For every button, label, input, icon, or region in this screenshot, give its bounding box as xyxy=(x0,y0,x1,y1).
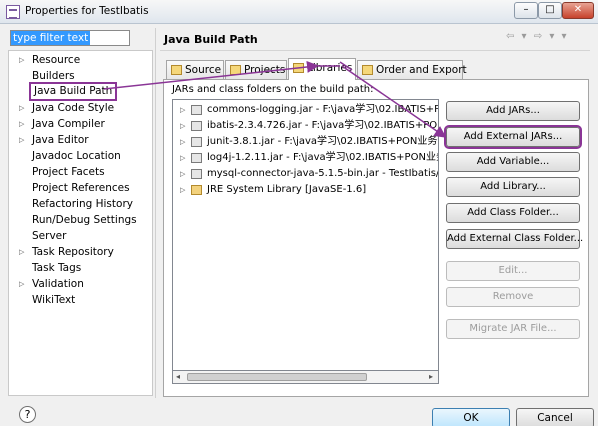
tab-projects[interactable]: Projects xyxy=(225,60,287,79)
libraries-description: JARs and class folders on the build path… xyxy=(172,84,374,95)
ok-button[interactable]: OK xyxy=(432,408,510,426)
expand-arrow-icon[interactable]: ▷ xyxy=(180,134,185,150)
property-tree[interactable]: ▷ Resource Builders Java Build Path ▷ Java… xyxy=(8,50,153,396)
expand-arrow-icon[interactable]: ▷ xyxy=(180,150,185,166)
expand-arrow-icon[interactable]: ▷ xyxy=(19,52,24,68)
add-variable-button[interactable]: Add Variable... xyxy=(446,152,580,172)
title-bar: Properties for TestIbatis – □ ✕ xyxy=(0,0,598,24)
filter-text: type filter text xyxy=(11,31,91,45)
expand-arrow-icon[interactable]: ▷ xyxy=(180,166,185,182)
source-folder-icon xyxy=(171,65,182,75)
expand-arrow-icon[interactable]: ▷ xyxy=(19,132,24,148)
list-item[interactable]: ▷ ibatis-2.3.4.726.jar - F:\java学习\02.IBA… xyxy=(173,118,438,134)
expand-arrow-icon[interactable]: ▷ xyxy=(19,276,24,292)
libraries-icon xyxy=(293,63,304,73)
migrate-jar-button[interactable]: Migrate JAR File... xyxy=(446,319,580,339)
add-library-button[interactable]: Add Library... xyxy=(446,177,580,197)
close-button[interactable]: ✕ xyxy=(562,2,594,19)
jar-icon xyxy=(191,153,202,163)
tab-source[interactable]: Source xyxy=(166,60,224,79)
list-item[interactable]: ▷ mysql-connector-java-5.1.5-bin.jar - Te… xyxy=(173,166,438,182)
add-class-folder-button[interactable]: Add Class Folder... xyxy=(446,203,580,223)
jar-icon xyxy=(191,169,202,179)
expand-arrow-icon[interactable]: ▷ xyxy=(180,182,185,198)
expand-arrow-icon[interactable]: ▷ xyxy=(19,244,24,260)
window-title: Properties for TestIbatis xyxy=(25,5,149,17)
page-nav-arrows[interactable]: ⇦ ▾ ⇨ ▾ ▾ xyxy=(506,31,569,42)
list-item[interactable]: ▷ JRE System Library [JavaSE-1.6] xyxy=(173,182,438,198)
scroll-left-icon[interactable]: ◂ xyxy=(176,372,180,381)
filter-input[interactable]: type filter text xyxy=(10,30,130,46)
library-icon xyxy=(191,185,202,195)
list-item[interactable]: ▷ commons-logging.jar - F:\java学习\02.IBAT… xyxy=(173,102,438,118)
page-title: Java Build Path xyxy=(164,33,258,46)
jar-icon xyxy=(191,137,202,147)
jar-icon xyxy=(191,105,202,115)
expand-arrow-icon[interactable]: ▷ xyxy=(180,118,185,134)
jar-list[interactable]: ▷ commons-logging.jar - F:\java学习\02.IBAT… xyxy=(172,99,439,384)
scroll-thumb[interactable] xyxy=(187,373,367,381)
edit-button[interactable]: Edit... xyxy=(446,261,580,281)
list-item[interactable]: ▷ log4j-1.2.11.jar - F:\java学习\02.IBATIS+… xyxy=(173,150,438,166)
tab-libraries[interactable]: Libraries xyxy=(288,58,356,80)
remove-button[interactable]: Remove xyxy=(446,287,580,307)
horizontal-scrollbar[interactable]: ◂ ▸ xyxy=(172,370,439,384)
minimize-button[interactable]: – xyxy=(514,2,538,19)
scroll-right-icon[interactable]: ▸ xyxy=(429,372,433,381)
header-divider xyxy=(160,50,590,51)
cancel-button[interactable]: Cancel xyxy=(516,408,594,426)
maximize-button[interactable]: □ xyxy=(538,2,562,19)
jar-icon xyxy=(191,121,202,131)
expand-arrow-icon[interactable]: ▷ xyxy=(19,116,24,132)
app-icon xyxy=(6,5,20,19)
tab-order-and-export[interactable]: Order and Export xyxy=(357,60,467,79)
expand-arrow-icon[interactable]: ▷ xyxy=(180,102,185,118)
order-export-icon xyxy=(362,65,373,75)
add-external-class-folder-button[interactable]: Add External Class Folder... xyxy=(446,229,583,249)
panel-sash[interactable] xyxy=(155,28,157,398)
add-jars-button[interactable]: Add JARs... xyxy=(446,101,580,121)
expand-arrow-icon[interactable]: ▷ xyxy=(19,100,24,116)
add-external-jars-button[interactable]: Add External JARs... xyxy=(444,125,582,149)
list-item[interactable]: ▷ junit-3.8.1.jar - F:\java学习\02.IBATIS+P… xyxy=(173,134,438,150)
projects-icon xyxy=(230,65,241,75)
help-icon[interactable]: ? xyxy=(19,406,36,423)
